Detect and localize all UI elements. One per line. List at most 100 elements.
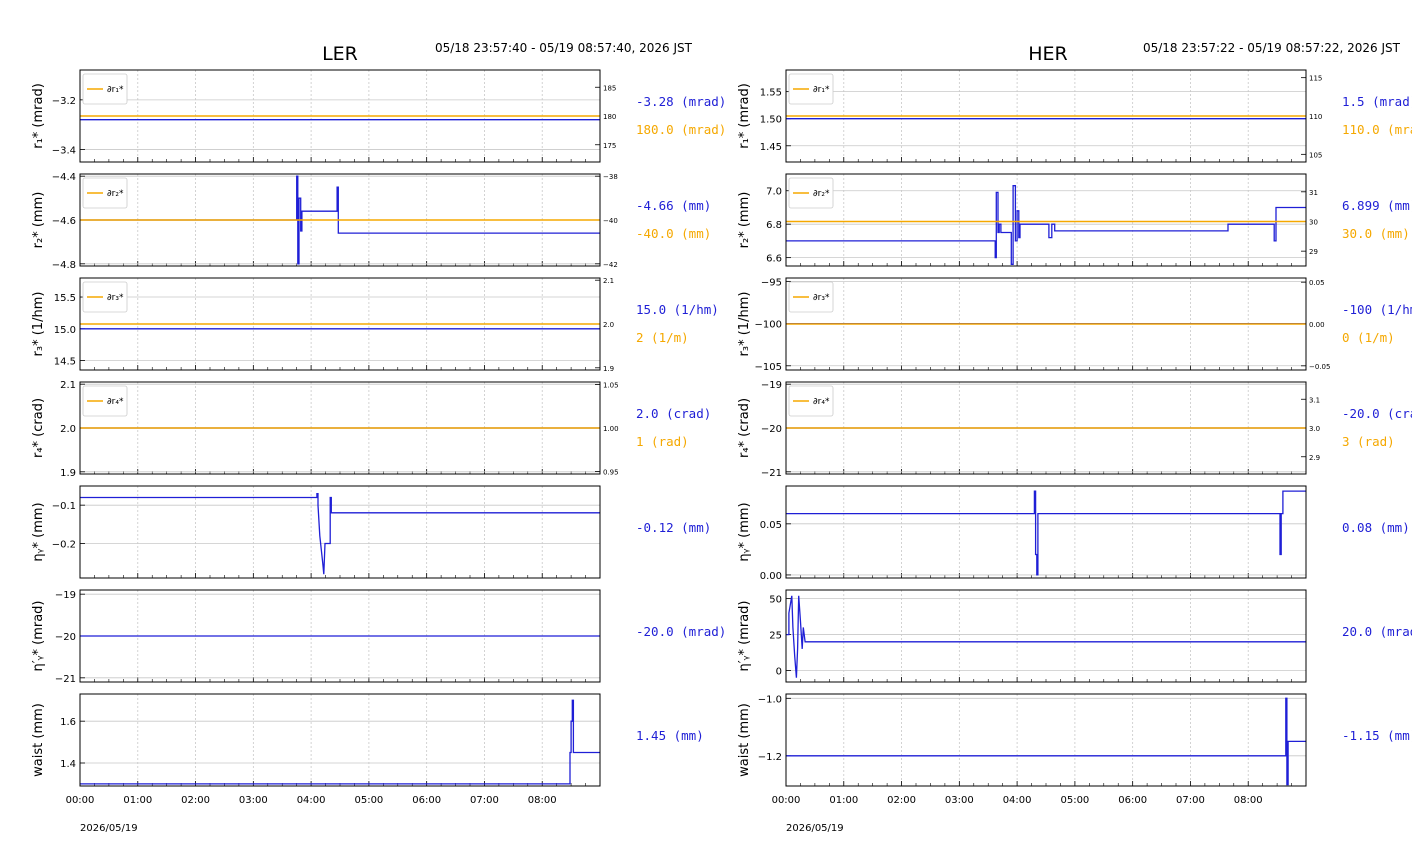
c1-p3-legend-label: ∂r₄* [813,397,830,407]
c1-xtick-label: 02:00 [887,795,916,806]
c0-p5-ytick-label: −21 [55,674,76,685]
c0-p0-ytick-label: −3.2 [52,96,76,107]
c0-p3-value-label: 2.0 (crad) [636,406,711,421]
c0-p1-legend-label: ∂r₂* [107,189,124,199]
c1-p2-ytick-label: −105 [755,362,782,373]
c1-p5-ytick-label: 25 [769,631,782,642]
c1-p0-ref-label: 110.0 (mrad) [1342,122,1412,137]
c1-xtick-label: 08:00 [1234,795,1263,806]
c1-p0-ytick-label: 1.50 [760,115,782,126]
c1-p3-ref-label: 3 (rad) [1342,434,1395,449]
c1-p6-measured-line [786,697,1306,786]
c1-p0-ytick-label: 1.55 [760,88,782,99]
c1-p5-frame [785,589,1307,683]
c1-p6-ylabel: waist (mm) [737,703,752,777]
chart-canvas: LER 05/18 23:57:40 - 05/19 08:57:40, 2026… [31,41,1412,834]
c0-p6-ylabel: waist (mm) [31,703,46,777]
c1-p5-ytick-label: 50 [769,595,782,606]
c1-p6-frame [785,693,1307,787]
c1-p2-ytick2-label: 0.00 [1309,321,1325,329]
c0-p3-ytick2-label: 0.95 [603,468,619,476]
c1-p1-ytick2-label: 29 [1309,248,1318,256]
c0-p3-ytick-label: 1.9 [60,468,76,479]
c1-xtick-label: 00:00 [772,795,801,806]
c0-p5-value-label: -20.0 (mrad) [636,624,726,639]
c0-p3-ytick2-label: 1.05 [603,382,619,390]
c0-p3-ytick-label: 2.0 [60,424,76,435]
c1-p2-legend-label: ∂r₃* [813,293,830,303]
c1-p2-ref-label: 0 (1/m) [1342,330,1395,345]
c0-p2-ytick-label: 14.5 [54,356,76,367]
c0-p0-ytick2-label: 175 [603,142,616,150]
c0-p1-ytick2-label: −42 [603,261,618,269]
c0-p1-ytick2-label: −40 [603,217,618,225]
c1-p3-ytick2-label: 2.9 [1309,454,1320,462]
c1-date-label: 2026/05/19 [786,823,844,834]
c1-p1-ytick2-label: 30 [1309,218,1318,226]
c1-p0-value-label: 1.5 (mrad) [1342,94,1412,109]
c1-p1-ytick-label: 6.8 [766,220,782,231]
c0-p2-ytick-label: 15.0 [54,325,76,336]
c0-p2-ytick2-label: 2.1 [603,277,614,285]
c0-p1-ytick-label: −4.4 [52,172,76,183]
c0-p2-value-label: 15.0 (1/hm) [636,302,719,317]
c0-p5-ylabel: η′ᵧ* (mrad) [31,600,46,671]
c0-xtick-label: 08:00 [528,795,557,806]
c0-p0-ylabel: r₁* (mrad) [31,83,46,149]
chart-title-0: LER [322,43,358,65]
c1-p3-ytick2-label: 3.1 [1309,396,1320,404]
c0-p2-ylabel: r₃* (1/hm) [31,292,46,357]
c0-p0-ref-label: 180.0 (mrad) [636,122,726,137]
c0-xtick-label: 00:00 [66,795,95,806]
c0-xtick-label: 05:00 [354,795,383,806]
c1-p3-ylabel: r₄* (crad) [737,398,752,458]
c1-p5-value-label: 20.0 (mrad) [1342,624,1412,639]
c0-p1-value-label: -4.66 (mm) [636,198,711,213]
c0-p2-ytick2-label: 1.9 [603,365,614,373]
c1-p3-value-label: -20.0 (crad) [1342,406,1412,421]
c1-xtick-label: 04:00 [1003,795,1032,806]
c1-p2-value-label: -100 (1/hm) [1342,302,1412,317]
c1-p1-ylabel: r₂* (mm) [737,192,752,249]
c1-p4-ytick-label: 0.00 [760,571,782,582]
c1-p1-ytick2-label: 31 [1309,189,1318,197]
c0-p3-ref-label: 1 (rad) [636,434,689,449]
c1-xtick-label: 01:00 [829,795,858,806]
c0-p3-legend-label: ∂r₄* [107,397,124,407]
c1-p2-ytick-label: −95 [761,277,782,288]
c1-p3-ytick-label: −19 [761,380,782,391]
c1-p4-ytick-label: 0.05 [760,520,782,531]
c1-p3-ytick-label: −20 [761,424,782,435]
c0-p6-ytick-label: 1.6 [60,717,76,728]
c1-p0-ytick2-label: 115 [1309,75,1322,83]
c1-p6-ytick-label: −1.0 [758,694,782,705]
c1-p0-ytick2-label: 110 [1309,113,1322,121]
c1-p1-ref-label: 30.0 (mm) [1342,226,1410,241]
c1-p2-ytick2-label: −0.05 [1309,363,1330,371]
c0-date-label: 2026/05/19 [80,823,138,834]
c0-p0-value-label: -3.28 (mrad) [636,94,726,109]
c0-xtick-label: 02:00 [181,795,210,806]
c0-p2-legend-label: ∂r₃* [107,293,124,303]
c1-p6-value-label: -1.15 (mm) [1342,728,1412,743]
c1-xtick-label: 03:00 [945,795,974,806]
c0-p0-legend-label: ∂r₁* [107,85,124,95]
c0-p1-ylabel: r₂* (mm) [31,192,46,249]
c0-p1-ytick-label: −4.8 [52,260,76,271]
c1-p0-ylabel: r₁* (mrad) [737,83,752,149]
c0-p3-ylabel: r₄* (crad) [31,398,46,458]
c1-p5-ylabel: η′ᵧ* (mrad) [737,600,752,671]
c1-p3-ytick-label: −21 [761,468,782,479]
c1-p4-ylabel: ηᵧ* (mm) [737,502,752,561]
c0-xtick-label: 04:00 [297,795,326,806]
chart-title-1: HER [1028,43,1068,65]
c1-xtick-label: 07:00 [1176,795,1205,806]
c0-p4-measured-line [80,493,600,575]
c0-p6-ytick-label: 1.4 [60,759,76,770]
c0-p4-ytick-label: −0.1 [52,501,76,512]
c0-p6-value-label: 1.45 (mm) [636,728,704,743]
c1-p0-ytick2-label: 105 [1309,151,1322,159]
c1-p5-ytick-label: 0 [776,667,782,678]
c1-p6-ytick-label: −1.2 [758,752,782,763]
c0-p2-ytick-label: 15.5 [54,293,76,304]
